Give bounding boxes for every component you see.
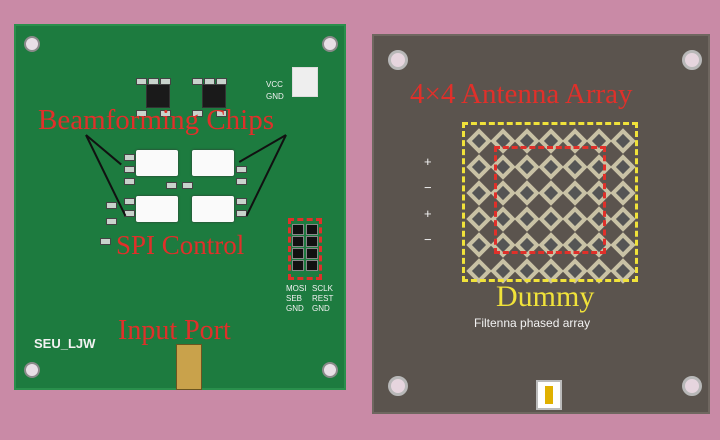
beamforming-chip bbox=[136, 150, 178, 176]
mount-hole bbox=[24, 36, 40, 52]
mount-hole bbox=[24, 362, 40, 378]
mount-hole bbox=[682, 376, 702, 396]
mount-hole bbox=[388, 50, 408, 70]
pin-label: SEB bbox=[286, 294, 303, 303]
mount-hole bbox=[388, 376, 408, 396]
jumper-block bbox=[292, 67, 318, 97]
spi-control-label: SPI Control bbox=[116, 230, 245, 260]
sign-label: − bbox=[424, 232, 432, 247]
vcc-label: VCC bbox=[266, 80, 283, 89]
beamforming-chip bbox=[192, 196, 234, 222]
active-array-outline bbox=[494, 146, 606, 254]
sma-connector bbox=[176, 344, 202, 390]
beamforming-chip bbox=[136, 196, 178, 222]
dummy-label: Dummy bbox=[496, 280, 595, 313]
pin-label: MOSI bbox=[286, 284, 307, 293]
pin-label: GND bbox=[286, 304, 304, 313]
sign-label: − bbox=[424, 180, 432, 195]
input-port-label: Input Port bbox=[118, 315, 231, 346]
silkscreen-name: SEU_LJW bbox=[34, 336, 96, 351]
sign-label: + bbox=[424, 206, 432, 221]
mount-hole bbox=[322, 362, 338, 378]
pin-label: GND bbox=[312, 304, 330, 313]
beamforming-chips-label: Beamforming Chips bbox=[38, 104, 275, 136]
pin-label: REST bbox=[312, 294, 334, 303]
pin-label: SCLK bbox=[312, 284, 333, 293]
photo: VCC GND MOSI SCLK SEB REST GND GND SEU_L… bbox=[0, 0, 720, 440]
mount-hole bbox=[322, 36, 338, 52]
sign-label: + bbox=[424, 154, 432, 169]
board-subtitle: Filtenna phased array bbox=[474, 316, 591, 330]
gnd-label: GND bbox=[266, 92, 284, 101]
spi-header-highlight bbox=[288, 218, 322, 280]
antenna-array-label: 4×4 Antenna Array bbox=[410, 78, 633, 110]
feed-pad bbox=[536, 380, 562, 410]
beamforming-chip bbox=[192, 150, 234, 176]
mount-hole bbox=[682, 50, 702, 70]
